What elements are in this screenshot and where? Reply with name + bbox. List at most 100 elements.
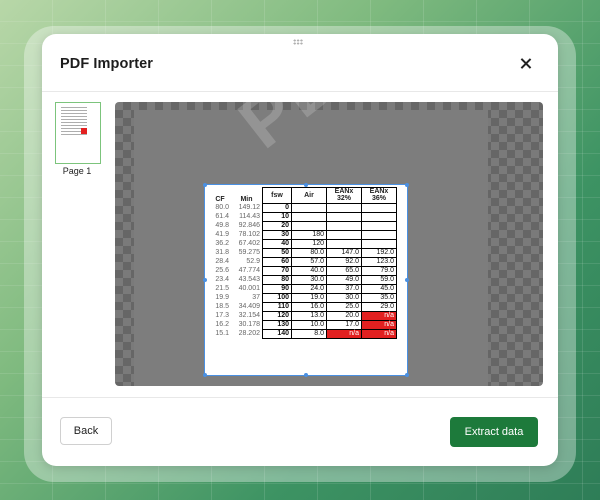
- header-air: Air: [291, 187, 327, 204]
- cell-min: 47.774: [238, 267, 260, 275]
- cell-cf: 17.3: [215, 312, 229, 320]
- cell-cf: 21.5: [215, 285, 229, 293]
- cell-min: 59.275: [238, 249, 260, 257]
- cell-cf: 28.4: [215, 258, 229, 266]
- cell-eanx36: n/a: [361, 320, 397, 330]
- selection-handle-right[interactable]: [405, 278, 409, 282]
- header-cf: CF: [215, 195, 225, 203]
- cell-cf: 23.4: [215, 276, 229, 284]
- cell-eanx36: [361, 212, 397, 222]
- cell-min: 28.202: [238, 330, 260, 338]
- cell-air: 30.0: [291, 275, 327, 285]
- cell-min: 32.154: [238, 312, 260, 320]
- header-eanx36: EANx 36%: [361, 187, 397, 204]
- cell-air: 40.0: [291, 266, 327, 276]
- page-thumbnail-highlight: [81, 128, 87, 134]
- selection-handle-bottom-right[interactable]: [405, 373, 409, 377]
- cell-fsw: 90: [262, 284, 292, 294]
- cell-min: 114.43: [239, 213, 260, 221]
- cell-eanx36: 35.0: [361, 293, 397, 303]
- table-row: 19.9 37 100 19.0 30.0 35.0: [209, 293, 397, 303]
- cell-eanx36: 123.0: [361, 257, 397, 267]
- cell-eanx32: [326, 212, 362, 222]
- selection-handle-top-left[interactable]: [203, 183, 207, 187]
- cell-eanx36: 45.0: [361, 284, 397, 294]
- header-eanx32: EANx 32%: [326, 187, 362, 204]
- cell-fsw: 30: [262, 230, 292, 240]
- header-divider: [42, 91, 558, 92]
- cell-fsw: 60: [262, 257, 292, 267]
- dive-table: CF Min fsw Air EANx 32% EANx 36% 80.0 149.1…: [209, 187, 397, 339]
- cell-eanx32: 65.0: [326, 266, 362, 276]
- cell-fsw: 50: [262, 248, 292, 258]
- cell-eanx36: n/a: [361, 329, 397, 339]
- cell-air: 24.0: [291, 284, 327, 294]
- page-thumbnail-1[interactable]: [55, 102, 101, 164]
- footer-divider: [42, 397, 558, 398]
- cell-fsw: 0: [262, 203, 292, 213]
- cell-air: [291, 203, 327, 213]
- table-row: 16.2 30.178 130 10.0 17.0 n/a: [209, 320, 397, 330]
- cell-eanx32: 92.0: [326, 257, 362, 267]
- cell-eanx36: [361, 239, 397, 249]
- cell-cf: 16.2: [215, 321, 229, 329]
- cell-fsw: 110: [262, 302, 292, 312]
- cell-fsw: 130: [262, 320, 292, 330]
- cell-eanx32: 20.0: [326, 311, 362, 321]
- cell-fsw: 140: [262, 329, 292, 339]
- table-row: 36.2 67.402 40 120: [209, 239, 397, 249]
- cell-fsw: 10: [262, 212, 292, 222]
- cell-eanx32: n/a: [326, 329, 362, 339]
- table-selection-box[interactable]: CF Min fsw Air EANx 32% EANx 36% 80.0 149.1…: [203, 183, 409, 377]
- header-min: Min: [240, 195, 253, 203]
- cell-min: 67.402: [238, 240, 260, 248]
- table-row: 23.4 43.543 80 30.0 49.0 59.0: [209, 275, 397, 285]
- cell-eanx32: [326, 221, 362, 231]
- cell-min: 40.001: [238, 285, 260, 293]
- pdf-importer-dialog: PDF Importer Page 1 PDF: [42, 34, 558, 466]
- cell-eanx32: 147.0: [326, 248, 362, 258]
- table-row: 15.1 28.202 140 8.0 n/a n/a: [209, 329, 397, 339]
- pdf-preview-canvas[interactable]: PDF CF Min fsw: [115, 102, 543, 386]
- table-row: 17.3 32.154 120 13.0 20.0 n/a: [209, 311, 397, 321]
- cell-eanx32: 37.0: [326, 284, 362, 294]
- table-row: 31.8 59.275 50 80.0 147.0 192.0: [209, 248, 397, 258]
- cell-cf: 31.8: [215, 249, 229, 257]
- extract-data-button[interactable]: Extract data: [450, 417, 538, 447]
- cell-cf: 41.9: [215, 231, 229, 239]
- header-fsw: fsw: [262, 187, 292, 204]
- table-row: 25.6 47.774 70 40.0 65.0 79.0: [209, 266, 397, 276]
- cell-cf: 49.8: [215, 222, 229, 230]
- cell-eanx36: [361, 230, 397, 240]
- selection-handle-top-right[interactable]: [405, 183, 409, 187]
- cell-fsw: 120: [262, 311, 292, 321]
- back-button[interactable]: Back: [60, 417, 112, 445]
- table-row: 21.5 40.001 90 24.0 37.0 45.0: [209, 284, 397, 294]
- table-row: 41.9 78.102 30 180: [209, 230, 397, 240]
- cell-min: 43.543: [238, 276, 260, 284]
- table-header-row: CF Min fsw Air EANx 32% EANx 36%: [209, 187, 397, 204]
- cell-cf: 25.6: [215, 267, 229, 275]
- cell-cf: 18.5: [215, 303, 229, 311]
- cell-air: 13.0: [291, 311, 327, 321]
- cell-fsw: 80: [262, 275, 292, 285]
- selection-handle-bottom-left[interactable]: [203, 373, 207, 377]
- cell-min: 52.9: [246, 258, 260, 266]
- cell-cf: 80.0: [215, 204, 229, 212]
- cell-eanx36: [361, 221, 397, 231]
- close-icon[interactable]: [516, 54, 536, 74]
- cell-air: [291, 221, 327, 231]
- dialog-title: PDF Importer: [60, 56, 154, 72]
- cell-eanx32: [326, 230, 362, 240]
- table-row: 49.8 92.846 20: [209, 221, 397, 231]
- selection-handle-bottom[interactable]: [304, 373, 308, 377]
- cell-eanx36: 79.0: [361, 266, 397, 276]
- drag-handle-icon[interactable]: [293, 39, 303, 45]
- page-thumbnail-label: Page 1: [62, 166, 92, 176]
- cell-eanx32: [326, 203, 362, 213]
- cell-eanx32: 30.0: [326, 293, 362, 303]
- cell-eanx36: [361, 203, 397, 213]
- selection-handle-left[interactable]: [203, 278, 207, 282]
- cell-air: [291, 212, 327, 222]
- cell-fsw: 20: [262, 221, 292, 231]
